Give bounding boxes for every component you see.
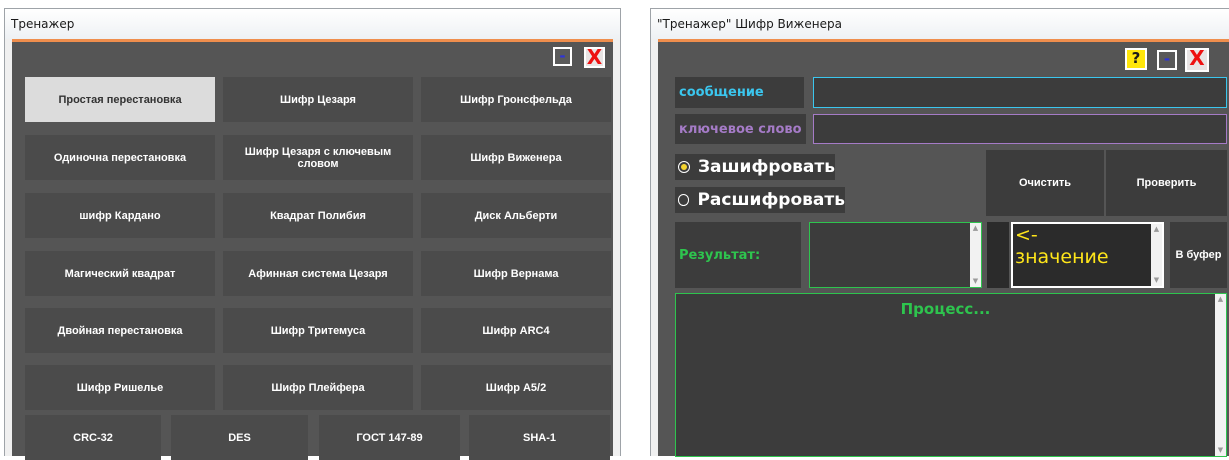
cipher-button[interactable]: Магический квадрат <box>25 251 215 296</box>
help-button[interactable]: ? <box>1125 48 1147 70</box>
cipher-button[interactable]: Шифр Виженера <box>421 135 611 180</box>
value-output[interactable]: <- значение ▲ ▼ <box>1011 222 1164 288</box>
check-button[interactable]: Проверить <box>1106 150 1227 216</box>
message-input[interactable] <box>813 77 1227 108</box>
value-text: <- значение <box>1015 224 1109 268</box>
cipher-button[interactable]: Диск Альберти <box>421 193 611 238</box>
window-title: Тренажер <box>5 9 620 39</box>
window-title: "Тренажер" Шифр Виженера <box>651 9 1229 39</box>
value-scrollbar[interactable]: ▲ ▼ <box>1151 224 1162 286</box>
cipher-button[interactable]: Шифр Ришелье <box>25 365 215 410</box>
result-scrollbar[interactable]: ▲ ▼ <box>970 223 981 287</box>
cipher-button[interactable]: Шифр Цезаря <box>223 77 413 122</box>
scroll-down-icon[interactable]: ▼ <box>1151 275 1162 286</box>
scroll-down-icon[interactable]: ▼ <box>970 276 981 287</box>
encrypt-radio[interactable]: Зашифровать <box>675 154 835 180</box>
cipher-button[interactable]: Простая перестановка <box>25 77 215 122</box>
decrypt-radio[interactable]: Расшифровать <box>675 187 845 213</box>
decrypt-label: Расшифровать <box>697 190 845 210</box>
vigenere-window: "Тренажер" Шифр Виженера ? - X сообщение… <box>650 8 1229 457</box>
cipher-button[interactable]: Двойная перестановка <box>25 308 215 353</box>
divider-block <box>987 222 1009 288</box>
process-label: Процесс... <box>900 300 991 318</box>
cipher-button[interactable]: Шифр Тритемуса <box>223 308 413 353</box>
process-output[interactable]: Процесс... ▲ ▼ <box>675 293 1227 457</box>
message-label: сообщение <box>675 77 804 108</box>
radio-selected-icon <box>678 161 690 173</box>
cipher-button[interactable]: Шифр Цезаря с ключевым словом <box>223 135 413 180</box>
cipher-button[interactable]: Одиночна перестановка <box>25 135 215 180</box>
trainer-window: Тренажер - X Простая перестановка Шифр Це… <box>4 8 621 460</box>
close-button[interactable]: X <box>1185 48 1209 72</box>
hash-button[interactable]: SHA-1 <box>469 415 610 460</box>
process-scrollbar[interactable]: ▲ ▼ <box>1215 294 1226 456</box>
hash-button[interactable]: ГОСТ 147-89 <box>319 415 460 460</box>
cipher-button[interactable]: Шифр Гронсфельда <box>421 77 611 122</box>
cipher-button[interactable]: шифр Кардано <box>25 193 215 238</box>
scroll-down-icon[interactable]: ▼ <box>1215 445 1226 456</box>
result-label: Результат: <box>675 222 801 288</box>
vigenere-panel: ? - X сообщение ключевое слово Зашифрова… <box>658 39 1229 457</box>
minimize-button[interactable]: - <box>1157 50 1177 70</box>
cipher-button[interactable]: Квадрат Полибия <box>223 193 413 238</box>
radio-unselected-icon <box>678 194 690 206</box>
result-output[interactable]: ▲ ▼ <box>809 222 982 288</box>
key-input[interactable] <box>813 114 1227 144</box>
key-label: ключевое слово <box>675 114 806 144</box>
encrypt-label: Зашифровать <box>697 157 835 177</box>
hash-button[interactable]: DES <box>171 415 308 460</box>
copy-to-buffer-button[interactable]: В буфер <box>1170 222 1227 288</box>
scroll-up-icon[interactable]: ▲ <box>1215 294 1226 305</box>
clear-button[interactable]: Очистить <box>986 150 1104 216</box>
cipher-button[interactable]: Шифр Вернама <box>421 251 611 296</box>
hash-button[interactable]: CRC-32 <box>25 415 161 460</box>
scroll-up-icon[interactable]: ▲ <box>1151 224 1162 235</box>
cipher-button[interactable]: Шифр ARC4 <box>421 308 611 353</box>
cipher-button[interactable]: Шифр Плейфера <box>223 365 413 410</box>
close-button[interactable]: X <box>584 47 605 68</box>
minimize-button[interactable]: - <box>553 47 572 66</box>
trainer-menu-panel: - X Простая перестановка Шифр Цезаря Шифр … <box>12 39 613 460</box>
cipher-button[interactable]: Шифр А5/2 <box>421 365 611 410</box>
scroll-up-icon[interactable]: ▲ <box>970 223 981 234</box>
cipher-button[interactable]: Афинная система Цезаря <box>223 251 413 296</box>
